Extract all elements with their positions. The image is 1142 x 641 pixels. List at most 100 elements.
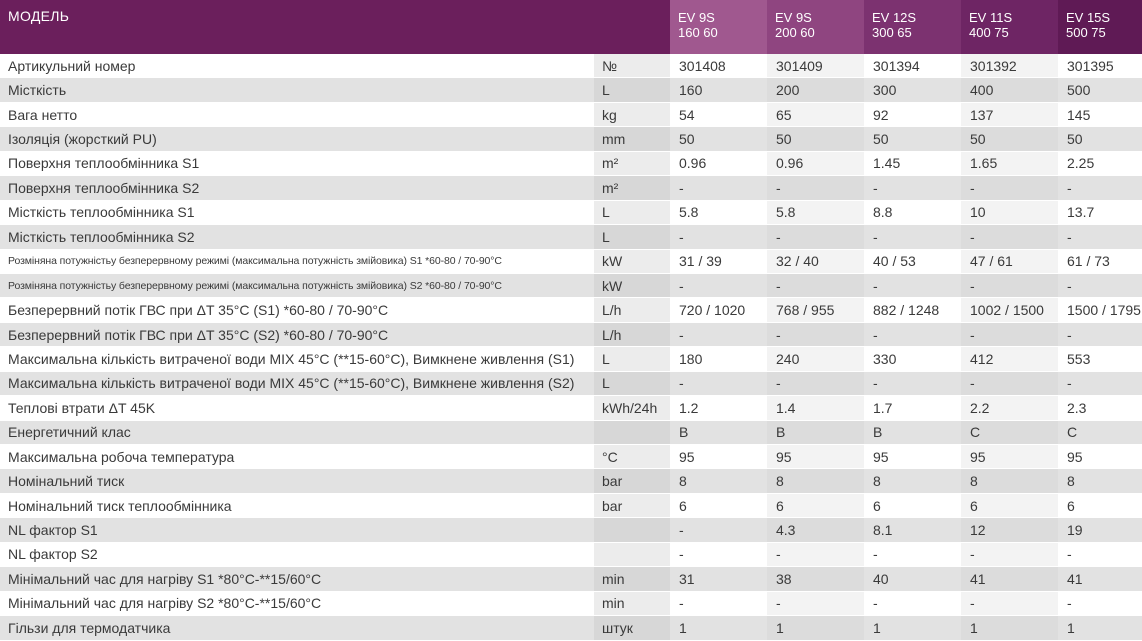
parameter-name: Номінальний тиск [0, 468, 594, 494]
model-value-3: 95 [864, 444, 961, 470]
parameter-name: Безперервний потік ГВС при ΔT 35°C (S1) … [0, 297, 594, 323]
table-row: Розміняна потужністьу безперервному режи… [0, 273, 1142, 299]
model-value-1: 301408 [670, 54, 767, 79]
model-header-3: EV 12S 300 65 [864, 0, 961, 54]
model-value-2: - [767, 273, 864, 299]
model-value-1: - [670, 542, 767, 568]
model-size: 160 60 [678, 25, 718, 40]
table-row: Максимальна кількість витраченої води MI… [0, 346, 1142, 372]
table-row: Місткість теплообмінника S1 L 5.8 5.8 8.8 10 1… [0, 200, 1142, 226]
table-row: Артикульний номер № 301408 301409 301394 3013… [0, 54, 1142, 79]
parameter-name: Мінімальний час для нагріву S1 *80°C-**1… [0, 566, 594, 592]
parameter-unit [594, 542, 670, 568]
model-value-5: - [1058, 591, 1142, 617]
spec-table-header: МОДЕЛЬ EV 9S 160 60 EV 9S 200 60 EV 12S [0, 0, 1142, 54]
table-row: Максимальна робоча температура °C 95 95 95 95… [0, 444, 1142, 470]
model-value-2: 6 [767, 493, 864, 519]
model-value-4: 6 [961, 493, 1058, 519]
model-value-1: 50 [670, 126, 767, 152]
model-value-1: 160 [670, 77, 767, 103]
parameter-unit: bar [594, 468, 670, 494]
table-row: Безперервний потік ГВС при ΔT 35°C (S1) … [0, 297, 1142, 323]
parameter-unit [594, 517, 670, 543]
model-name: EV 15S [1066, 10, 1111, 25]
model-value-3: - [864, 273, 961, 299]
model-value-2: 32 / 40 [767, 249, 864, 274]
parameter-unit: kW [594, 249, 670, 274]
parameter-unit: L [594, 200, 670, 226]
model-value-2: 240 [767, 346, 864, 372]
model-value-2: 65 [767, 102, 864, 128]
model-value-1: - [670, 517, 767, 543]
parameter-name: Ізоляція (жорсткий PU) [0, 126, 594, 152]
model-value-4: - [961, 542, 1058, 568]
model-value-1: 54 [670, 102, 767, 128]
model-value-2: - [767, 371, 864, 397]
parameter-name: Місткість теплообмінника S1 [0, 200, 594, 226]
model-value-5: 95 [1058, 444, 1142, 470]
table-row: NL фактор S2- - - - - [0, 542, 1142, 568]
parameter-name: NL фактор S2 [0, 542, 594, 568]
parameter-unit: kW [594, 273, 670, 299]
parameter-unit: L [594, 77, 670, 103]
header-row: МОДЕЛЬ EV 9S 160 60 EV 9S 200 60 EV 12S [0, 0, 1142, 54]
parameter-unit: L/h [594, 322, 670, 348]
model-value-5: 6 [1058, 493, 1142, 519]
parameter-unit: bar [594, 493, 670, 519]
model-header-1: EV 9S 160 60 [670, 0, 767, 54]
parameter-unit [594, 420, 670, 446]
parameter-name: Вага нетто [0, 102, 594, 128]
model-value-1: 720 / 1020 [670, 297, 767, 323]
model-value-4: 412 [961, 346, 1058, 372]
model-value-2: - [767, 542, 864, 568]
model-value-4: C [961, 420, 1058, 446]
model-value-5: 61 / 73 [1058, 249, 1142, 274]
model-value-2: 1 [767, 615, 864, 641]
model-value-5: 19 [1058, 517, 1142, 543]
model-value-2: - [767, 175, 864, 201]
parameter-name: Максимальна кількість витраченої води MI… [0, 346, 594, 372]
model-value-5: 500 [1058, 77, 1142, 103]
table-row: Гільзи для термодатчика штук 1 1 1 1 1 [0, 615, 1142, 641]
model-value-2: 768 / 955 [767, 297, 864, 323]
model-name: EV 9S [678, 10, 715, 25]
parameter-name: Артикульний номер [0, 54, 594, 79]
model-value-4: 8 [961, 468, 1058, 494]
spec-table-body: Артикульний номер № 301408 301409 301394 3013… [0, 54, 1142, 641]
parameter-name: Енергетичний клас [0, 420, 594, 446]
model-value-2: 38 [767, 566, 864, 592]
parameter-unit: штук [594, 615, 670, 641]
model-value-4: 2.2 [961, 395, 1058, 421]
model-value-5: C [1058, 420, 1142, 446]
table-row: Енергетичний клас B B B C C [0, 420, 1142, 446]
model-value-1: 95 [670, 444, 767, 470]
parameter-name: Безперервний потік ГВС при ΔT 35°C (S2) … [0, 322, 594, 348]
parameter-name: Поверхня теплообмінника S1 [0, 151, 594, 177]
model-size: 400 75 [969, 25, 1009, 40]
parameter-unit: min [594, 566, 670, 592]
model-value-5: 2.3 [1058, 395, 1142, 421]
model-value-4: 137 [961, 102, 1058, 128]
model-column-header: МОДЕЛЬ [0, 0, 594, 54]
unit-label [594, 0, 670, 10]
model-size: 200 60 [775, 25, 815, 40]
parameter-name: Максимальна кількість витраченої води MI… [0, 371, 594, 397]
parameter-unit: L [594, 224, 670, 250]
model-value-3: - [864, 175, 961, 201]
model-value-3: 1.45 [864, 151, 961, 177]
model-value-1: - [670, 591, 767, 617]
model-value-1: 5.8 [670, 200, 767, 226]
parameter-name: Розміняна потужністьу безперервному режи… [0, 273, 594, 299]
model-value-3: - [864, 371, 961, 397]
table-row: Мінімальний час для нагріву S1 *80°C-**1… [0, 566, 1142, 592]
table-row: Ізоляція (жорсткий PU) mm 50 50 50 50 50 [0, 126, 1142, 152]
parameter-unit: № [594, 54, 670, 79]
model-value-4: 95 [961, 444, 1058, 470]
model-value-3: 40 [864, 566, 961, 592]
model-value-3: 330 [864, 346, 961, 372]
model-value-3: 1.7 [864, 395, 961, 421]
parameter-name: Мінімальний час для нагріву S2 *80°C-**1… [0, 591, 594, 617]
model-value-2: - [767, 224, 864, 250]
spec-table: МОДЕЛЬ EV 9S 160 60 EV 9S 200 60 EV 12S [0, 0, 1142, 641]
model-value-4: 301392 [961, 54, 1058, 79]
